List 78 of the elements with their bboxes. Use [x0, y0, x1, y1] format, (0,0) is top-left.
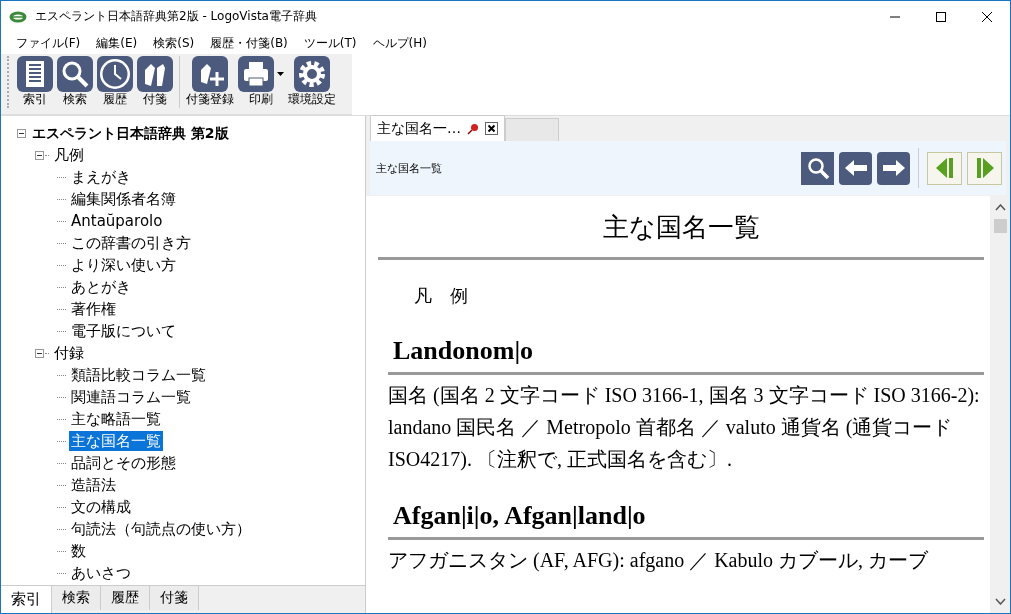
toolbar-button[interactable]: 索引 [15, 56, 55, 106]
headword: Landonom|o [392, 335, 535, 367]
tree-item[interactable]: 数 [69, 541, 88, 561]
tree-item[interactable]: より深い使い方 [69, 255, 178, 275]
tree-item[interactable]: 付録 [52, 343, 86, 363]
entry-text: アフガニスタン (AF, AFG): afgano ／ Kabulo カブール, カーブ [387, 548, 930, 574]
document-tab[interactable]: 主な国名一… [370, 115, 505, 141]
menu-item[interactable]: ツール(T) [296, 34, 366, 52]
tab-label: 主な国名一… [377, 119, 461, 138]
close-icon[interactable] [485, 122, 498, 135]
tree-item[interactable]: 電子版について [69, 321, 178, 341]
next-button[interactable] [967, 151, 1002, 185]
tag-icon [137, 56, 173, 92]
tree-item[interactable]: まえがき [69, 167, 133, 187]
tree-item[interactable]: 句読法（句読点の使い方） [69, 519, 253, 539]
maximize-icon[interactable] [936, 11, 946, 22]
left-arrow-icon [844, 160, 867, 176]
list-icon [17, 56, 53, 92]
panel-tab[interactable]: 履歴 [101, 586, 150, 610]
tree-item[interactable]: あとがき [69, 277, 133, 297]
scroll-down-icon[interactable] [994, 598, 1006, 605]
next-icon [975, 158, 994, 178]
tree-item[interactable]: 類語比較コラム一覧 [69, 365, 208, 385]
tree-item[interactable]: 著作権 [69, 299, 118, 319]
page-title: 主な国名一覧 [376, 160, 442, 176]
toolbar-button[interactable]: 付箋登録 [184, 56, 236, 106]
scroll-thumb[interactable] [993, 219, 1007, 233]
scroll-up-icon[interactable] [994, 204, 1006, 211]
collapse-icon[interactable] [17, 128, 26, 138]
search-icon [805, 156, 830, 180]
menu-item[interactable]: ファイル(F) [9, 34, 90, 52]
tree-item[interactable]: 品詞とその形態 [69, 453, 178, 473]
collapse-icon[interactable] [35, 348, 44, 358]
scrollbar[interactable] [990, 196, 1010, 613]
clock-icon [97, 56, 133, 92]
toolbar-button[interactable]: 環境設定 [286, 56, 338, 106]
panel-tab[interactable]: 付箋 [150, 586, 199, 610]
back-button[interactable] [839, 151, 872, 185]
pin-icon[interactable] [467, 122, 479, 135]
toolbar-button[interactable]: 検索 [55, 56, 95, 106]
caret-icon[interactable] [277, 72, 284, 76]
toolbar-button[interactable]: 印刷 [236, 56, 286, 106]
tag-plus-icon [192, 56, 228, 92]
document-title: 主な国名一覧 [601, 211, 761, 244]
tree-item[interactable]: 主な略語一覧 [69, 409, 163, 429]
tree-item[interactable]: 造語法 [69, 475, 118, 495]
printer-icon [238, 56, 274, 92]
collapse-icon[interactable] [35, 150, 44, 160]
tree-item[interactable]: Antaŭparolo [69, 211, 165, 231]
window-title: エスペラント日本語辞典第2版 - LogoVista電子辞典 [35, 8, 317, 25]
gear-icon [294, 56, 330, 92]
search-button[interactable] [801, 151, 834, 185]
tree-item[interactable]: 主な国名一覧 [69, 431, 163, 451]
entry-text: 国名 (国名 2 文字コード ISO 3166-1, 国名 3 文字コード ISO 3166-2): landano 国民名 ／ Metropolo 首都名 ／ valuto 通貨名 (通貨コード ISO4217). 〔注釈で, 正式国名を含む〕. [387, 383, 981, 473]
tree-item[interactable]: あいさつ [69, 563, 133, 583]
toolbar-button[interactable]: 付箋 [135, 56, 175, 106]
tree-item[interactable]: この辞書の引き方 [69, 233, 193, 253]
tree-item[interactable]: 関連語コラム一覧 [69, 387, 193, 407]
app-icon [9, 10, 27, 23]
search-icon [57, 56, 93, 92]
panel-tab[interactable]: 検索 [52, 586, 101, 610]
tree-item[interactable]: 文の構成 [69, 497, 133, 517]
tree-item[interactable]: 凡例 [52, 145, 86, 165]
headword: Afgan|i|o, Afgan|land|o [392, 500, 647, 532]
forward-button[interactable] [877, 151, 910, 185]
toolbar-button[interactable]: 履歴 [95, 56, 135, 106]
legend-heading: 凡 例 [413, 284, 469, 308]
previous-button[interactable] [927, 151, 962, 185]
previous-icon [935, 158, 954, 178]
menu-item[interactable]: ヘルプ(H) [365, 34, 436, 52]
close-icon[interactable] [982, 11, 992, 22]
menu-item[interactable]: 検索(S) [146, 34, 204, 52]
right-arrow-icon [882, 160, 905, 176]
tree-item[interactable]: エスペラント日本語辞典 第2版 [30, 123, 231, 143]
menu-item[interactable]: 編集(E) [89, 34, 147, 52]
panel-tab[interactable]: 索引 [1, 586, 52, 613]
menu-item[interactable]: 履歴・付箋(B) [203, 34, 297, 52]
tree-item[interactable]: 編集関係者名簿 [69, 189, 178, 209]
